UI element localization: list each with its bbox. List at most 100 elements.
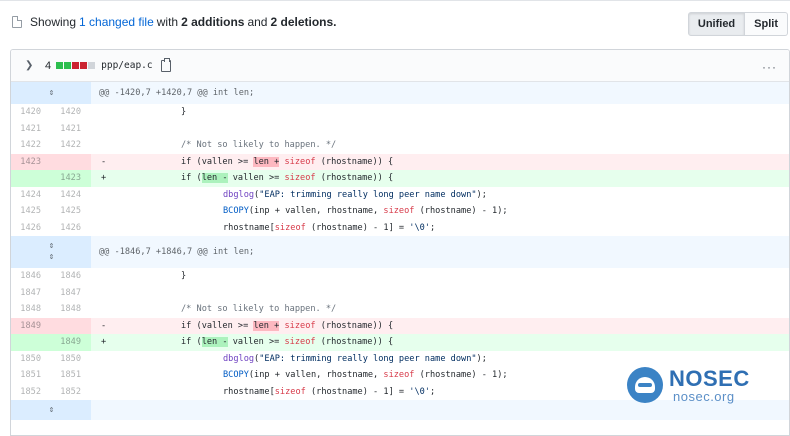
diff-marker bbox=[91, 384, 111, 401]
diff-marker bbox=[91, 121, 111, 138]
code-line: if (vallen >= len + sizeof (rhostname)) … bbox=[111, 153, 789, 170]
code-line: if (len - vallen >= sizeof (rhostname)) … bbox=[111, 334, 789, 351]
code-line: } bbox=[181, 271, 187, 281]
new-line-number[interactable]: 1422 bbox=[51, 137, 91, 154]
old-line-number[interactable]: 1850 bbox=[11, 351, 51, 368]
diff-line: 1850 1850 dbglog("EAP: trimming really lon… bbox=[11, 351, 789, 368]
code-line: } bbox=[181, 107, 187, 117]
new-line-number[interactable]: 1426 bbox=[51, 220, 91, 237]
code-line: rhostname[sizeof (rhostname) - 1] = '\0'… bbox=[223, 222, 436, 233]
expand-icon[interactable]: ⇕ bbox=[49, 88, 55, 99]
new-line-number[interactable]: 1847 bbox=[51, 285, 91, 302]
new-line-number[interactable]: 1846 bbox=[51, 268, 91, 285]
new-line-number[interactable]: 1424 bbox=[51, 187, 91, 204]
new-line-number[interactable]: 1852 bbox=[51, 384, 91, 401]
watermark-domain: nosec.org bbox=[673, 388, 735, 404]
old-line-number[interactable]: 1852 bbox=[11, 384, 51, 401]
new-line-number[interactable] bbox=[51, 317, 91, 334]
split-view-button[interactable]: Split bbox=[745, 12, 788, 36]
old-line-number[interactable] bbox=[11, 170, 51, 187]
diff-marker bbox=[91, 203, 111, 220]
old-line-number[interactable]: 1421 bbox=[11, 121, 51, 138]
file-header: ❯ 4 ppp/eap.c ··· bbox=[11, 50, 789, 82]
file-name[interactable]: ppp/eap.c bbox=[101, 60, 152, 71]
diff-marker: - bbox=[91, 317, 111, 334]
old-line-number[interactable]: 1423 bbox=[11, 153, 51, 170]
hunk-header-row: ⇕ ⇕ @@ -1846,7 +1846,7 @@ int len; bbox=[11, 236, 789, 268]
diff-marker bbox=[91, 351, 111, 368]
new-line-number[interactable]: 1420 bbox=[51, 104, 91, 121]
code-line: dbglog("EAP: trimming really long peer n… bbox=[223, 189, 487, 200]
hunk-header-row: ⇕ @@ -1420,7 +1420,7 @@ int len; bbox=[11, 82, 789, 104]
change-count: 4 bbox=[45, 59, 52, 72]
diff-stat-bar bbox=[56, 62, 96, 69]
code-line: if (len - vallen >= sizeof (rhostname)) … bbox=[111, 170, 789, 187]
diff-summary: Showing 1 changed file with 2 additions … bbox=[12, 8, 340, 36]
diff-line: 1426 1426 rhostname[sizeof (rhostname) - 1… bbox=[11, 220, 789, 237]
copy-path-icon[interactable] bbox=[160, 57, 171, 72]
old-line-number[interactable]: 1422 bbox=[11, 137, 51, 154]
new-line-number[interactable]: 1849 bbox=[51, 334, 91, 351]
hunk-header-text: @@ -1846,7 +1846,7 @@ int len; bbox=[99, 247, 255, 257]
old-line-number[interactable]: 1420 bbox=[11, 104, 51, 121]
diff-stat-square bbox=[64, 62, 72, 69]
old-line-number[interactable]: 1851 bbox=[11, 367, 51, 384]
old-line-number[interactable]: 1425 bbox=[11, 203, 51, 220]
diff-marker: + bbox=[91, 170, 111, 187]
diff-stat-square bbox=[88, 62, 96, 69]
diff-marker bbox=[91, 285, 111, 302]
diff-marker bbox=[91, 187, 111, 204]
code-line: BCOPY(inp + vallen, rhostname, sizeof (r… bbox=[223, 206, 508, 216]
diff-line: 1848 1848 /* Not so likely to happen. */ bbox=[11, 301, 789, 318]
old-line-number[interactable]: 1849 bbox=[11, 317, 51, 334]
old-line-number[interactable]: 1847 bbox=[11, 285, 51, 302]
expand-lines-icon[interactable]: ⇕ ⇕ bbox=[11, 236, 91, 268]
old-line-number[interactable]: 1846 bbox=[11, 268, 51, 285]
new-line-number[interactable]: 1423 bbox=[51, 170, 91, 187]
file-menu-icon[interactable]: ··· bbox=[762, 60, 777, 74]
diff-marker: - bbox=[91, 153, 111, 170]
diff-stat-square bbox=[56, 62, 64, 69]
expand-icon[interactable]: ⇕ bbox=[49, 405, 55, 416]
diff-line: 1425 1425 BCOPY(inp + vallen, rhostname, s… bbox=[11, 203, 789, 220]
expand-down-icon[interactable]: ⇕ bbox=[49, 252, 55, 263]
diff-line: 1423 + if (len - vallen >= sizeof (rhostna… bbox=[11, 170, 789, 187]
diff-marker bbox=[91, 104, 111, 121]
expand-up-icon[interactable]: ⇕ bbox=[49, 241, 55, 252]
diff-marker bbox=[91, 220, 111, 237]
new-line-number[interactable]: 1425 bbox=[51, 203, 91, 220]
expand-lines-icon[interactable]: ⇕ bbox=[11, 400, 91, 420]
new-line-number[interactable]: 1850 bbox=[51, 351, 91, 368]
hunk-header-text bbox=[91, 400, 99, 420]
unified-view-button[interactable]: Unified bbox=[687, 12, 746, 36]
collapse-chevron-icon[interactable]: ❯ bbox=[25, 60, 45, 71]
top-divider bbox=[0, 0, 790, 1]
diff-line: 1849 + if (len - vallen >= sizeof (rhostna… bbox=[11, 334, 789, 351]
code-line: /* Not so likely to happen. */ bbox=[181, 140, 337, 150]
new-line-number[interactable]: 1848 bbox=[51, 301, 91, 318]
diff-line: 1422 1422 /* Not so likely to happen. */ bbox=[11, 137, 789, 154]
old-line-number[interactable]: 1426 bbox=[11, 220, 51, 237]
new-line-number[interactable]: 1851 bbox=[51, 367, 91, 384]
changed-files-link[interactable]: 1 changed file bbox=[79, 15, 154, 29]
old-line-number[interactable] bbox=[11, 334, 51, 351]
diff-line: 1423 - if (vallen >= len + sizeof (rhostna… bbox=[11, 153, 789, 170]
new-line-number[interactable] bbox=[51, 153, 91, 170]
code-line: dbglog("EAP: trimming really long peer n… bbox=[223, 353, 487, 364]
watermark-brand: NOSEC bbox=[669, 365, 750, 391]
deletions-count: 2 deletions. bbox=[270, 15, 337, 29]
summary-and: and bbox=[247, 15, 268, 29]
diff-marker bbox=[91, 367, 111, 384]
diff-stat-square bbox=[72, 62, 80, 69]
additions-count: 2 additions bbox=[181, 15, 245, 29]
old-line-number[interactable]: 1848 bbox=[11, 301, 51, 318]
new-line-number[interactable]: 1421 bbox=[51, 121, 91, 138]
expand-lines-icon[interactable]: ⇕ bbox=[11, 82, 91, 104]
diff-line: 1847 1847 bbox=[11, 285, 789, 302]
diff-line: 1420 1420} bbox=[11, 104, 789, 121]
old-line-number[interactable]: 1424 bbox=[11, 187, 51, 204]
diff-line: 1421 1421 bbox=[11, 121, 789, 138]
diff-line: 1849 - if (vallen >= len + sizeof (rhostna… bbox=[11, 317, 789, 334]
